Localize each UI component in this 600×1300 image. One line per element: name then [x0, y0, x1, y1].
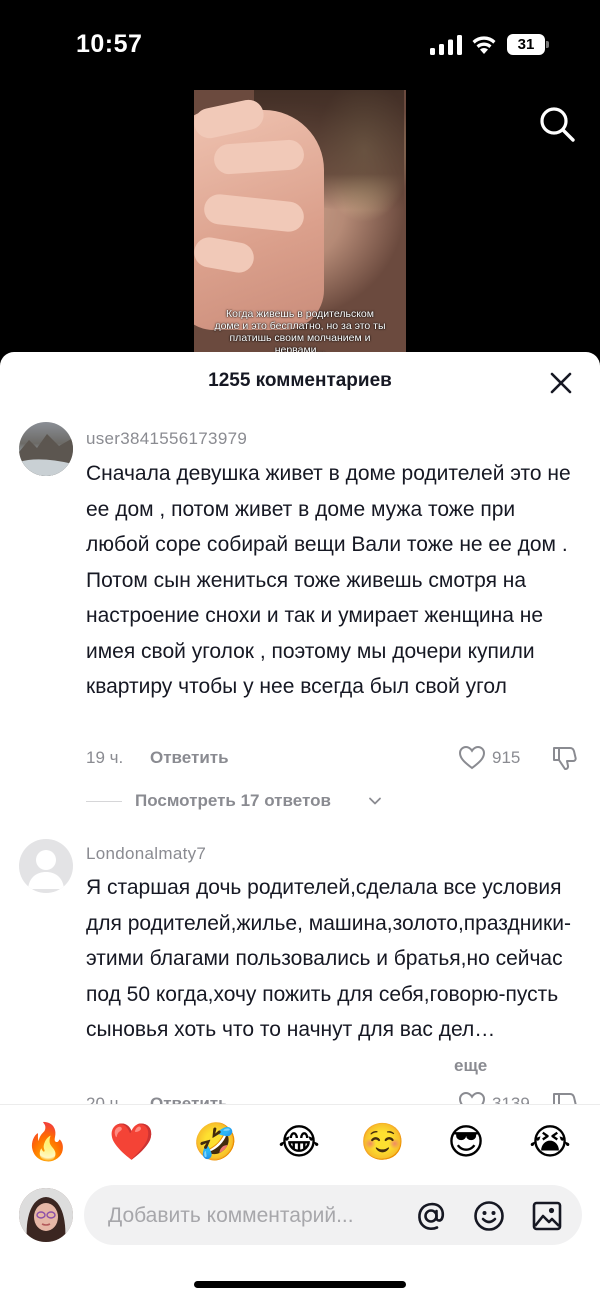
avatar-landscape-icon	[19, 434, 73, 476]
cellular-signal-icon	[430, 35, 462, 55]
see-more-link[interactable]: еще	[454, 1056, 487, 1076]
avatar[interactable]	[19, 839, 73, 893]
status-time: 10:57	[76, 30, 143, 58]
current-user-avatar	[19, 1188, 73, 1242]
status-bar: 10:57 31	[0, 0, 600, 90]
emoji-joy-button[interactable]: 😂	[277, 1121, 321, 1165]
avatar[interactable]	[19, 422, 73, 476]
video-caption: Когда живешь в родительском доме и это б…	[214, 308, 386, 352]
comment-username[interactable]: user3841556173979	[86, 429, 247, 449]
comment-meta: 19 ч. Ответить 915	[86, 744, 580, 774]
comments-header: 1255 комментариев	[0, 352, 600, 412]
emoji-icon[interactable]	[472, 1199, 506, 1233]
user-portrait-icon	[19, 1188, 73, 1242]
comment-time: 19 ч.	[86, 748, 124, 767]
comment-text-body: Я старшая дочь родителей,сделала все усл…	[86, 876, 571, 1041]
comment-text: Я старшая дочь родителей,сделала все усл…	[86, 870, 582, 1083]
emoji-heart-button[interactable]: ❤️	[109, 1121, 154, 1165]
reply-button[interactable]: Ответить	[150, 748, 229, 768]
image-icon[interactable]	[530, 1199, 564, 1233]
like-count: 915	[492, 748, 521, 767]
default-avatar-icon	[28, 850, 64, 889]
at-icon[interactable]	[414, 1199, 448, 1233]
comment-text: Сначала девушка живет в доме родителей э…	[86, 462, 571, 698]
emoji-rofl-button[interactable]: 🤣	[193, 1121, 238, 1165]
video-finger-2	[213, 138, 305, 176]
emoji-fire-button[interactable]: 🔥	[25, 1121, 70, 1165]
comment-username[interactable]: Londonalmaty7	[86, 844, 206, 864]
heart-icon[interactable]	[458, 744, 486, 772]
battery-indicator: 31	[507, 34, 551, 55]
chevron-down-icon[interactable]	[368, 794, 382, 808]
comment-input-placeholder: Добавить комментарий...	[108, 1204, 354, 1227]
emoji-sob-button[interactable]: 😭	[528, 1121, 572, 1165]
comment-composer-bar: 🔥 ❤️ 🤣 😂 ☺️ 😎 😭 Добавить комментарий...	[0, 1104, 600, 1300]
emoji-blush-button[interactable]: ☺️	[360, 1121, 405, 1165]
emoji-sunglasses-button[interactable]: 😎	[444, 1121, 488, 1165]
home-indicator[interactable]	[194, 1281, 406, 1288]
replies-divider	[86, 801, 122, 802]
battery-tip	[546, 41, 549, 48]
video-preview[interactable]: Когда живешь в родительском доме и это б…	[194, 90, 406, 352]
view-replies-label[interactable]: Посмотреть 17 ответов	[135, 791, 331, 811]
battery-level: 31	[507, 34, 545, 55]
wifi-icon	[472, 36, 496, 54]
dislike-icon[interactable]	[550, 744, 578, 772]
close-icon[interactable]	[546, 368, 576, 398]
comment-input[interactable]: Добавить комментарий...	[84, 1185, 582, 1245]
comments-count-title: 1255 комментариев	[208, 370, 392, 391]
search-icon[interactable]	[537, 104, 577, 144]
